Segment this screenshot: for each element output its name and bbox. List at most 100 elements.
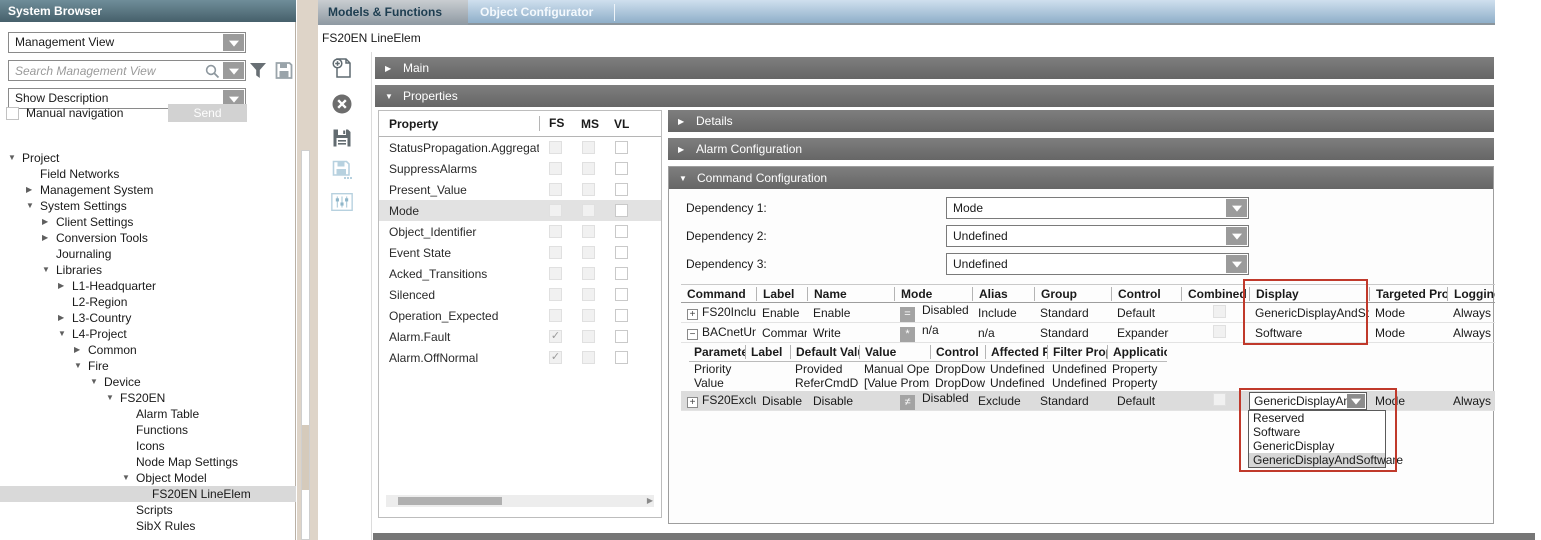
properties-hscrollbar-thumb[interactable]: [398, 497, 502, 505]
expand-icon[interactable]: +: [687, 309, 698, 320]
vl-checkbox[interactable]: [615, 204, 628, 217]
dropdown-option[interactable]: Reserved: [1249, 411, 1385, 425]
combined-checkbox[interactable]: [1213, 393, 1226, 406]
tab-object-configurator[interactable]: Object Configurator: [468, 0, 613, 25]
fs-checkbox[interactable]: [549, 225, 562, 238]
tree-item-selected[interactable]: FS20EN LineElem: [0, 486, 296, 502]
ms-checkbox[interactable]: [582, 351, 595, 364]
parameter-row[interactable]: PriorityProvidedManual Operat(DropDownUn…: [689, 362, 1167, 376]
tree-expander-icon[interactable]: ▼: [106, 390, 120, 406]
vl-checkbox[interactable]: [615, 309, 628, 322]
chevron-down-icon[interactable]: [1226, 227, 1247, 245]
command-row-selected[interactable]: +FS20Exclude Disable Disable ≠Disabled E…: [681, 391, 1495, 411]
vl-checkbox[interactable]: [615, 225, 628, 238]
ms-checkbox[interactable]: [582, 309, 595, 322]
ms-checkbox[interactable]: [582, 330, 595, 343]
fs-checkbox-checked[interactable]: ✓: [549, 330, 562, 343]
fs-checkbox[interactable]: [549, 309, 562, 322]
property-row[interactable]: SuppressAlarms: [379, 158, 661, 179]
vl-checkbox[interactable]: [615, 183, 628, 196]
save-icon[interactable]: [330, 126, 354, 150]
tree-item[interactable]: Icons: [0, 438, 296, 454]
tree-item[interactable]: Journaling: [0, 246, 296, 262]
view-selector[interactable]: Management View: [8, 32, 246, 53]
filter-icon[interactable]: [248, 60, 268, 81]
chevron-down-icon[interactable]: [223, 34, 244, 51]
fs-checkbox-checked[interactable]: ✓: [549, 351, 562, 364]
property-row[interactable]: Alarm.OffNormal✓: [379, 347, 661, 368]
tree-expander-icon[interactable]: ▶: [58, 310, 72, 326]
vl-checkbox[interactable]: [615, 267, 628, 280]
tree-expander-icon[interactable]: ▶: [42, 230, 56, 246]
manual-navigation-checkbox[interactable]: [6, 107, 19, 120]
tree-expander-icon[interactable]: ▼: [58, 326, 72, 342]
tree-expander-icon[interactable]: ▼: [74, 358, 88, 374]
send-button[interactable]: Send: [168, 104, 247, 122]
tree-item[interactable]: ▶L3-Country: [0, 310, 296, 326]
tree-expander-icon[interactable]: ▼: [8, 150, 22, 166]
ms-checkbox[interactable]: [582, 246, 595, 259]
new-document-icon[interactable]: [330, 56, 354, 80]
fs-checkbox[interactable]: [549, 162, 562, 175]
tab-models-functions[interactable]: Models & Functions: [318, 0, 468, 25]
property-row-selected[interactable]: Mode: [379, 200, 661, 221]
tree-item[interactable]: ▶L1-Headquarter: [0, 278, 296, 294]
ms-checkbox[interactable]: [582, 141, 595, 154]
dropdown-option-selected[interactable]: GenericDisplayAndSoftware: [1249, 453, 1385, 467]
property-row[interactable]: Silenced: [379, 284, 661, 305]
vl-checkbox[interactable]: [615, 351, 628, 364]
command-row[interactable]: −BACnetUnsigi Command Write *n/a n/a Sta…: [681, 323, 1495, 343]
tree-item[interactable]: Node Map Settings: [0, 454, 296, 470]
save-as-icon-disabled[interactable]: [330, 158, 354, 182]
fs-checkbox[interactable]: [549, 183, 562, 196]
vl-checkbox[interactable]: [615, 141, 628, 154]
tree-expander-icon[interactable]: ▼: [90, 374, 104, 390]
ms-checkbox[interactable]: [582, 183, 595, 196]
ms-checkbox[interactable]: [582, 162, 595, 175]
search-options-chevron-icon[interactable]: [223, 62, 244, 79]
tree-scrollbar-thumb[interactable]: [302, 425, 309, 490]
vl-checkbox[interactable]: [615, 330, 628, 343]
property-row[interactable]: Event State: [379, 242, 661, 263]
dependency-1-select[interactable]: Mode: [946, 197, 1249, 219]
dropdown-option[interactable]: GenericDisplay: [1249, 439, 1385, 453]
chevron-down-icon[interactable]: [1226, 255, 1247, 273]
tree-item[interactable]: ▶Management System: [0, 182, 296, 198]
vl-checkbox[interactable]: [615, 162, 628, 175]
parameter-row[interactable]: ValueReferCmdDef[Value PromptecDropDownU…: [689, 376, 1167, 390]
fs-checkbox[interactable]: [549, 141, 562, 154]
dependency-3-select[interactable]: Undefined: [946, 253, 1249, 275]
tree-item[interactable]: SibX Rules: [0, 518, 296, 534]
ms-checkbox[interactable]: [582, 225, 595, 238]
chevron-down-icon[interactable]: [1226, 199, 1247, 217]
cancel-icon[interactable]: [330, 92, 354, 116]
tree-expander-icon[interactable]: ▼: [42, 262, 56, 278]
tree-item[interactable]: ▼Object Model: [0, 470, 296, 486]
command-row[interactable]: +FS20Include Enable Enable =Disabled Inc…: [681, 303, 1495, 323]
tree-expander-icon[interactable]: ▼: [122, 470, 136, 486]
ms-checkbox[interactable]: [582, 267, 595, 280]
fs-checkbox[interactable]: [549, 288, 562, 301]
combined-checkbox[interactable]: [1213, 305, 1226, 318]
dropdown-option[interactable]: Software: [1249, 425, 1385, 439]
tree-item[interactable]: ▼System Settings: [0, 198, 296, 214]
property-row[interactable]: Operation_Expected: [379, 305, 661, 326]
tree-item[interactable]: ▼Fire: [0, 358, 296, 374]
display-combobox[interactable]: GenericDisplayAnd: [1249, 392, 1367, 410]
tree-item[interactable]: Alarm Table: [0, 406, 296, 422]
bottom-section-bar[interactable]: [373, 533, 1535, 540]
tree-item[interactable]: ▼Device: [0, 374, 296, 390]
collapse-icon[interactable]: −: [687, 329, 698, 340]
chevron-down-icon[interactable]: [1347, 394, 1365, 408]
section-properties[interactable]: ▼Properties: [375, 85, 1494, 107]
ms-checkbox[interactable]: [582, 288, 595, 301]
section-main[interactable]: ▶Main: [375, 57, 1494, 79]
combined-checkbox[interactable]: [1213, 325, 1226, 338]
tree-item[interactable]: ▼FS20EN: [0, 390, 296, 406]
property-row[interactable]: Acked_Transitions: [379, 263, 661, 284]
fs-checkbox[interactable]: [549, 246, 562, 259]
vl-checkbox[interactable]: [615, 288, 628, 301]
tree-item[interactable]: ▼Project: [0, 150, 296, 166]
save-search-icon[interactable]: [274, 60, 294, 81]
tree-item[interactable]: ▼L4-Project: [0, 326, 296, 342]
